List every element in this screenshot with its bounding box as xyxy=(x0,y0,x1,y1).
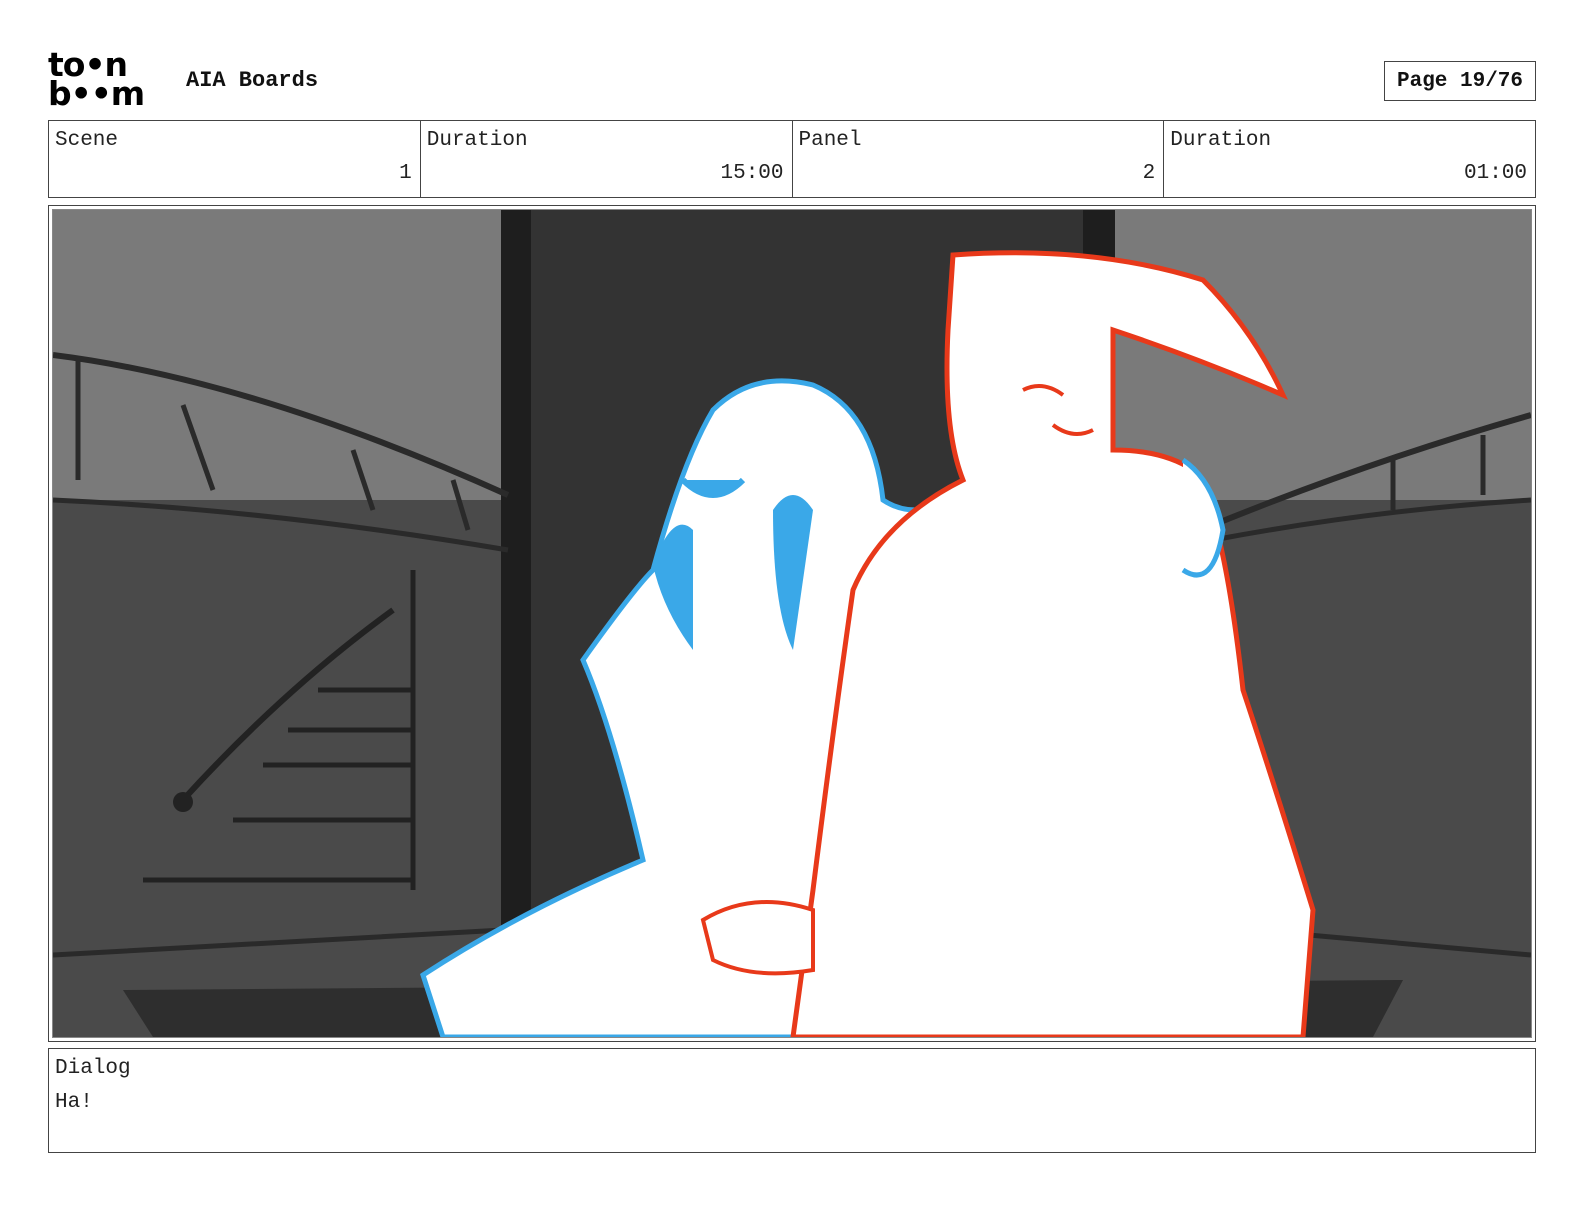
panel-label: Panel xyxy=(798,129,862,152)
logo-wordmark: to•n b••m xyxy=(48,48,166,113)
dialog-box: Dialog Ha! xyxy=(48,1048,1536,1153)
dialog-text: Ha! xyxy=(55,1091,93,1114)
scene-duration-value: 15:00 xyxy=(720,162,784,185)
scene-value: 1 xyxy=(399,162,412,185)
panel-duration-label: Duration xyxy=(1170,129,1272,152)
info-row: Scene 1 Duration 15:00 Panel 2 Duration … xyxy=(48,120,1536,198)
dialog-label: Dialog xyxy=(55,1057,131,1080)
project-title: AIA Boards xyxy=(186,68,319,93)
panel-duration-cell: Duration 01:00 xyxy=(1164,121,1535,197)
scene-label: Scene xyxy=(55,129,119,152)
logo-line-bottom: b••m xyxy=(48,74,145,113)
toonboom-logo: to•n b••m xyxy=(48,48,166,113)
panel-cell: Panel 2 xyxy=(793,121,1165,197)
panel-duration-value: 01:00 xyxy=(1463,162,1527,185)
panel-value: 2 xyxy=(1142,162,1156,185)
page-indicator: Page 19/76 xyxy=(1384,61,1536,101)
scene-cell: Scene 1 xyxy=(49,121,421,197)
scene-duration-cell: Duration 15:00 xyxy=(421,121,793,197)
scene-duration-label: Duration xyxy=(426,129,528,152)
panel-drawing xyxy=(53,210,1531,1037)
storyboard-panel-frame xyxy=(48,205,1536,1042)
storyboard-panel-image xyxy=(52,209,1532,1038)
